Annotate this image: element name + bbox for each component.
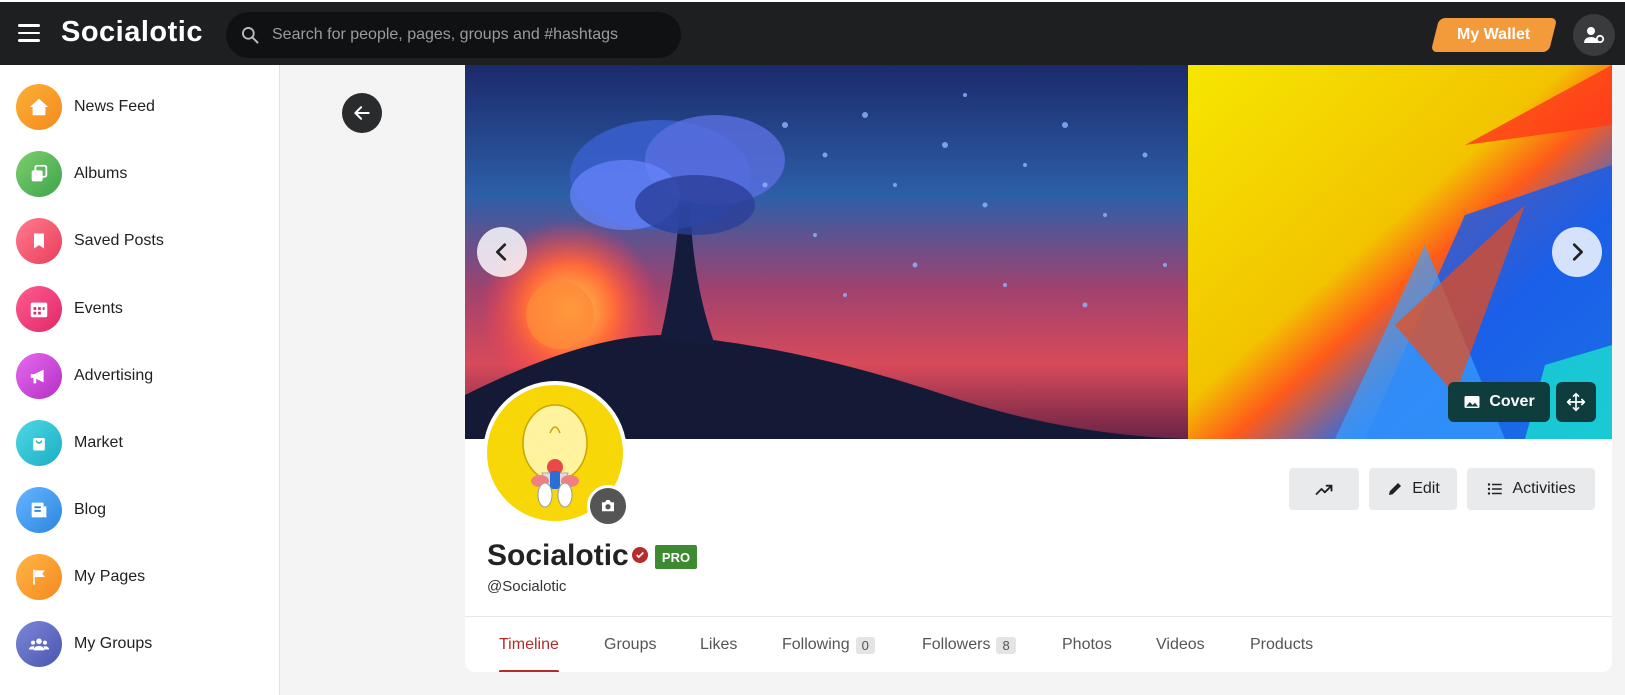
cover-carousel: Cover [465,65,1612,439]
my-wallet-button[interactable]: My Wallet [1430,18,1558,52]
flag-icon [16,554,62,600]
search-input[interactable] [272,26,652,44]
sidebar-item-events[interactable]: Events [16,286,266,332]
activities-button[interactable]: Activities [1467,468,1595,510]
tab-photos[interactable]: Photos [1062,617,1112,672]
sidebar-item-label: Albums [74,165,128,182]
image-icon [1464,396,1480,408]
albums-icon [16,151,62,197]
app-logo[interactable]: Socialotic [61,16,203,49]
tab-videos[interactable]: Videos [1156,617,1205,672]
megaphone-icon [16,353,62,399]
profile-card: Cover Edit Activities Socialotic PRO @So… [465,65,1612,672]
user-settings-icon [1584,27,1605,44]
home-icon [16,84,62,130]
sidebar-item-market[interactable]: Market [16,420,266,466]
edit-profile-button[interactable]: Edit [1369,468,1457,510]
change-cover-button[interactable]: Cover [1448,382,1550,422]
group-icon [16,621,62,667]
following-count: 0 [855,636,875,654]
calendar-icon [16,286,62,332]
cover-image [465,65,1612,439]
chevron-right-icon [1572,243,1583,261]
tab-followers[interactable]: Followers 8 [922,617,1016,672]
carousel-next-button[interactable] [1552,227,1602,277]
back-button[interactable] [342,93,382,133]
top-navbar: Socialotic My Wallet [0,0,1625,65]
pro-badge: PRO [655,545,697,569]
profile-name: Socialotic [487,539,629,572]
list-icon [1488,483,1503,495]
sidebar-item-advertising[interactable]: Advertising [16,353,266,399]
left-sidebar: News Feed Albums Saved Posts Events Adve… [0,65,280,695]
tab-following[interactable]: Following 0 [782,617,875,672]
tab-groups[interactable]: Groups [604,617,656,672]
sidebar-item-label: My Groups [74,635,153,652]
carousel-prev-button[interactable] [477,227,527,277]
sidebar-item-albums[interactable]: Albums [16,151,266,197]
user-menu-button[interactable] [1573,14,1615,56]
bookmark-icon [16,218,62,264]
sidebar-item-label: Blog [74,501,107,518]
verified-icon [632,547,648,563]
tab-likes[interactable]: Likes [700,617,737,672]
reposition-cover-button[interactable] [1556,382,1596,422]
sidebar-item-label: Saved Posts [74,232,164,249]
search-bar[interactable] [226,12,681,58]
sidebar-item-my-groups[interactable]: My Groups [16,621,266,667]
change-avatar-button[interactable] [587,485,629,527]
sidebar-item-news-feed[interactable]: News Feed [16,84,266,130]
tab-timeline[interactable]: Timeline [499,617,559,672]
camera-icon [602,500,614,512]
profile-tabs: Timeline Groups Likes Following 0 Followe… [465,616,1612,672]
sidebar-item-blog[interactable]: Blog [16,487,266,533]
tab-products[interactable]: Products [1250,617,1313,672]
pencil-icon [1389,483,1402,495]
sidebar-item-label: News Feed [74,98,155,115]
hamburger-menu-icon[interactable] [14,18,44,48]
profile-handle: @Socialotic [487,578,567,595]
trending-icon [1315,484,1333,495]
search-icon [242,27,259,44]
move-icon [1566,392,1586,412]
insights-button[interactable] [1289,468,1359,510]
followers-count: 8 [996,636,1016,654]
sidebar-item-label: Advertising [74,367,154,384]
chevron-left-icon [496,243,507,261]
sidebar-item-label: Events [74,300,123,317]
shopping-bag-icon [16,420,62,466]
arrow-left-icon [354,106,370,120]
sidebar-item-label: My Pages [74,568,146,585]
sidebar-item-my-pages[interactable]: My Pages [16,554,266,600]
blog-icon [16,487,62,533]
sidebar-item-label: Market [74,434,123,451]
sidebar-item-saved-posts[interactable]: Saved Posts [16,218,266,264]
